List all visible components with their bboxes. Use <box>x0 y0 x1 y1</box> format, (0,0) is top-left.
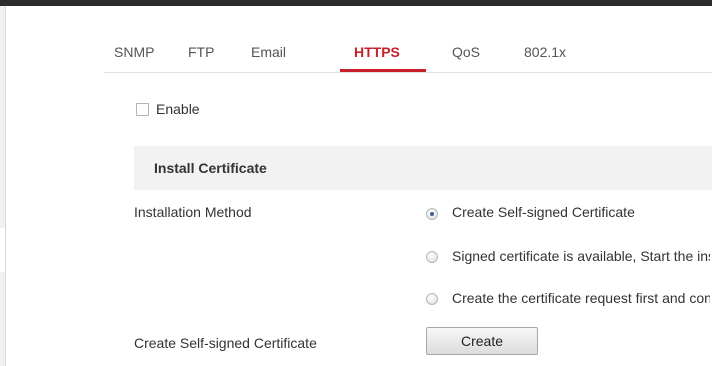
section-title: Install Certificate <box>154 160 267 176</box>
installation-method-label: Installation Method <box>134 204 252 220</box>
left-panel-gap <box>0 228 5 272</box>
tab-qos[interactable]: QoS <box>452 44 480 60</box>
radio-self-signed[interactable] <box>426 208 438 220</box>
tab-email[interactable]: Email <box>251 44 286 60</box>
radio-self-signed-label: Create Self-signed Certificate <box>452 204 635 220</box>
radio-request-first[interactable] <box>426 293 438 305</box>
top-bar <box>0 0 712 6</box>
create-button[interactable]: Create <box>426 327 538 355</box>
install-certificate-header: Install Certificate <box>134 146 712 190</box>
left-panel <box>0 6 6 366</box>
tab-bar: SNMP FTP Email HTTPS QoS 802.1x <box>104 38 712 73</box>
tab-8021x[interactable]: 802.1x <box>524 44 566 60</box>
enable-checkbox[interactable] <box>136 103 149 116</box>
tab-ftp[interactable]: FTP <box>188 44 214 60</box>
tab-snmp[interactable]: SNMP <box>114 44 154 60</box>
enable-label: Enable <box>156 101 200 117</box>
radio-request-first-label: Create the certificate request first and… <box>452 290 710 306</box>
active-tab-underline <box>340 69 426 72</box>
self-signed-label: Create Self-signed Certificate <box>134 335 317 351</box>
tab-https[interactable]: HTTPS <box>354 44 400 60</box>
radio-signed-available[interactable] <box>426 251 438 263</box>
radio-signed-available-label: Signed certificate is available, Start t… <box>452 248 710 264</box>
